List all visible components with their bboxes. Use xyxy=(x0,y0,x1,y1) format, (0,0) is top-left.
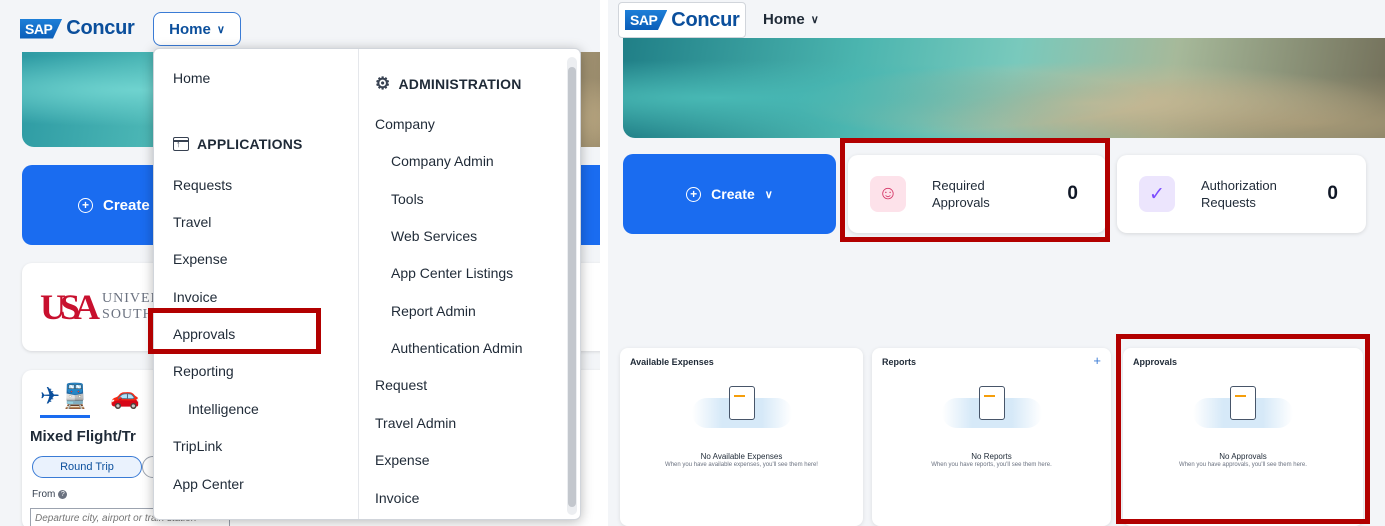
document-icon xyxy=(728,386,755,420)
create-label: Create xyxy=(711,186,755,202)
document-bar xyxy=(733,395,745,397)
help-icon[interactable]: ? xyxy=(58,490,68,499)
sap-badge: SAP xyxy=(625,10,668,30)
empty-state-title: No Available Expenses xyxy=(700,452,783,461)
home-menu-button[interactable]: Home ∨ xyxy=(153,12,241,46)
plus-circle-icon: + xyxy=(686,186,702,202)
available-expenses-tile[interactable]: Available Expenses No Available Expenses… xyxy=(620,348,863,526)
authorization-requests-label: Authorization Requests xyxy=(1201,178,1277,210)
booking-title: Mixed Flight/Tr xyxy=(30,428,136,445)
document-bar xyxy=(983,395,995,397)
empty-state-message: When you have available expenses, you'll… xyxy=(665,462,818,468)
menu-item-company[interactable]: Company xyxy=(375,116,435,132)
menu-item-request[interactable]: Request xyxy=(375,377,427,393)
home-dropdown-menu: Home APPLICATIONS Requests Travel Expens… xyxy=(153,48,581,520)
menu-item-intelligence[interactable]: Intelligence xyxy=(188,401,259,417)
car-icon[interactable]: 🚗 xyxy=(110,382,140,418)
menu-item-triplink[interactable]: TripLink xyxy=(173,438,222,454)
menu-item-expense[interactable]: Expense xyxy=(173,251,227,267)
reports-tile[interactable]: Reports + No Reports When you have repor… xyxy=(872,348,1111,526)
add-report-icon[interactable]: + xyxy=(1093,353,1101,368)
menu-item-requests[interactable]: Requests xyxy=(173,177,232,193)
menu-item-reporting[interactable]: Reporting xyxy=(173,363,234,379)
chevron-down-icon: ∨ xyxy=(216,23,225,36)
tile-title: Available Expenses xyxy=(630,357,714,367)
chevron-down-icon: ∨ xyxy=(810,14,819,26)
usa-logo-mark: USA xyxy=(40,287,100,327)
menu-column-divider xyxy=(358,49,359,519)
create-label: Create xyxy=(103,196,150,214)
flight-train-icon[interactable]: ✈🚆 xyxy=(40,382,90,418)
sap-badge: SAP xyxy=(20,18,63,39)
required-approvals-highlight-box xyxy=(840,138,1110,242)
empty-state-illustration xyxy=(691,386,792,438)
menu-item-company-admin[interactable]: Company Admin xyxy=(391,153,494,169)
administration-heading-label: ADMINISTRATION xyxy=(398,76,522,92)
concur-wordmark: Concur xyxy=(671,8,740,31)
menu-item-web-services[interactable]: Web Services xyxy=(391,228,477,244)
menu-item-home[interactable]: Home xyxy=(173,70,210,86)
menu-item-app-center[interactable]: App Center xyxy=(173,476,244,492)
approvals-highlight-box xyxy=(148,308,321,354)
plus-circle-icon: + xyxy=(78,197,93,213)
document-icon xyxy=(978,386,1005,420)
empty-state-message: When you have reports, you'll see them h… xyxy=(931,462,1052,468)
menu-item-invoice[interactable]: Invoice xyxy=(173,289,217,305)
round-trip-toggle[interactable]: Round Trip xyxy=(32,456,142,478)
menu-item-authentication-admin[interactable]: Authentication Admin xyxy=(391,340,523,356)
authorization-requests-card[interactable]: ✓ Authorization Requests 0 xyxy=(1117,155,1366,233)
menu-item-report-admin[interactable]: Report Admin xyxy=(391,303,476,319)
sap-concur-logo-right[interactable]: SAP Concur xyxy=(618,2,746,38)
menu-scrollbar-thumb[interactable] xyxy=(568,67,576,507)
applications-heading: APPLICATIONS xyxy=(173,136,303,152)
sap-concur-logo[interactable]: SAP Concur xyxy=(20,17,135,40)
menu-item-app-center-listings[interactable]: App Center Listings xyxy=(391,265,513,281)
chevron-down-icon: ∨ xyxy=(764,188,773,201)
hero-banner-right xyxy=(623,38,1385,138)
approvals-tile-highlight-box xyxy=(1116,334,1370,524)
menu-item-admin-invoice[interactable]: Invoice xyxy=(375,490,419,506)
menu-item-tools[interactable]: Tools xyxy=(391,191,424,207)
menu-item-travel-admin[interactable]: Travel Admin xyxy=(375,415,456,431)
empty-state-title: No Reports xyxy=(971,452,1012,461)
from-label-text: From xyxy=(32,489,56,500)
applications-icon xyxy=(173,137,189,151)
home-menu-label: Home xyxy=(169,20,211,38)
from-label: From ? xyxy=(32,489,68,500)
administration-heading: ⚙ ADMINISTRATION xyxy=(375,74,522,94)
gear-icon: ⚙ xyxy=(375,74,391,93)
left-screenshot-panel: SAP Concur Home ∨ + Create USA UNIVER SO… xyxy=(0,0,600,526)
applications-heading-label: APPLICATIONS xyxy=(197,136,303,152)
concur-wordmark: Concur xyxy=(66,17,135,39)
right-screenshot-panel: SAP Concur Home ∨ + Create ∨ ☺ Required … xyxy=(608,0,1385,526)
home-menu-label: Home xyxy=(763,11,805,28)
travel-mode-tabs: ✈🚆 🚗 xyxy=(40,382,140,418)
menu-scrollbar[interactable] xyxy=(567,57,577,515)
home-menu-button-right[interactable]: Home ∨ xyxy=(763,11,819,28)
empty-state-illustration xyxy=(941,386,1042,438)
menu-item-travel[interactable]: Travel xyxy=(173,214,211,230)
create-button-right[interactable]: + Create ∨ xyxy=(623,154,836,234)
checkmark-icon: ✓ xyxy=(1139,176,1175,212)
menu-item-admin-expense[interactable]: Expense xyxy=(375,452,429,468)
tile-title: Reports xyxy=(882,357,917,367)
authorization-requests-count: 0 xyxy=(1327,183,1338,204)
